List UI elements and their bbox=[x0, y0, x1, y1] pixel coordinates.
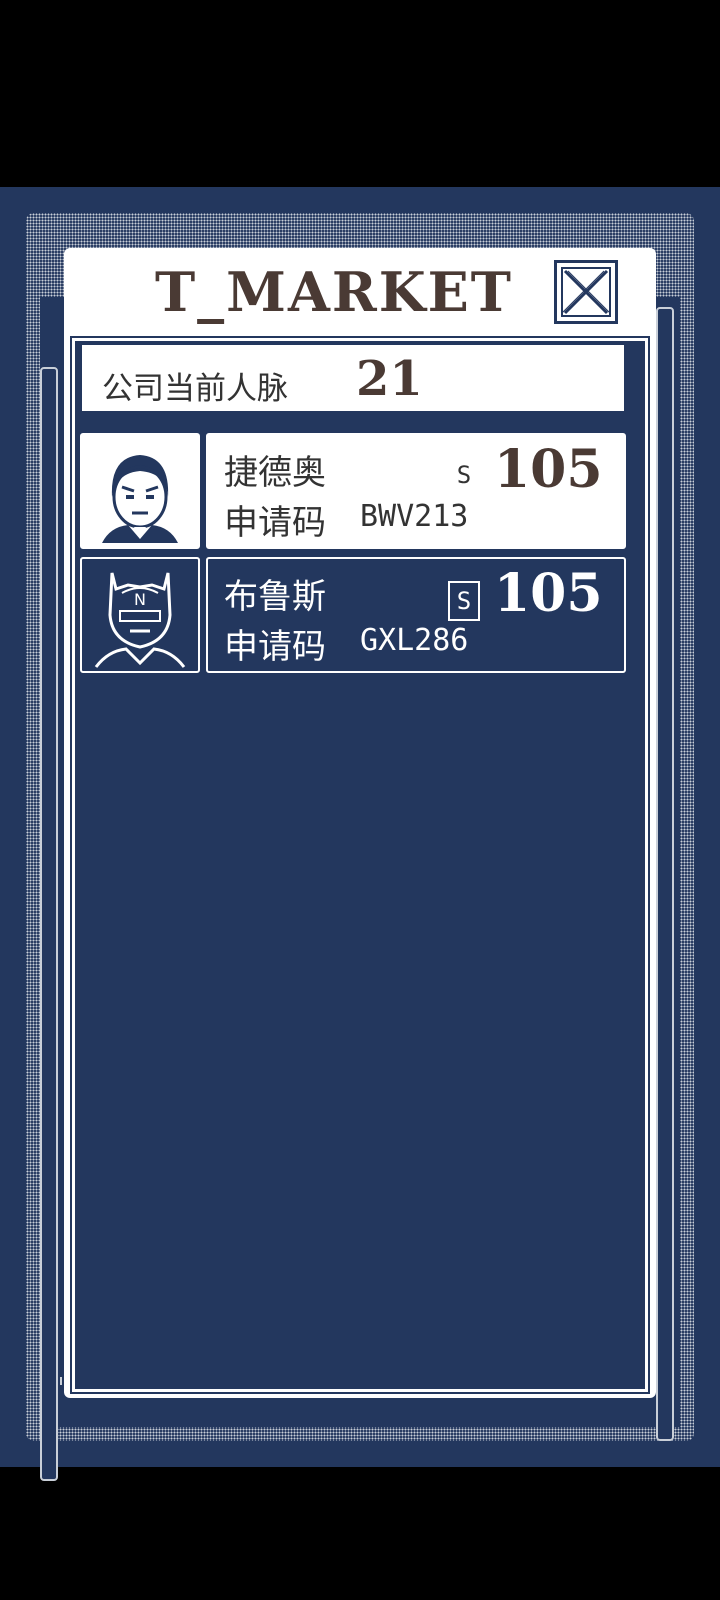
market-panel: T_MARKET bbox=[64, 248, 656, 1398]
contact-row[interactable]: 捷德奥 S 105 申请码 BWV213 bbox=[80, 433, 626, 549]
code-value: BWV213 bbox=[360, 499, 469, 534]
network-summary: 公司当前人脉 21 bbox=[79, 342, 627, 414]
rank-badge: S bbox=[448, 581, 480, 621]
close-button[interactable] bbox=[554, 260, 618, 324]
contact-info: 布鲁斯 S 105 申请码 GXL286 bbox=[206, 557, 626, 673]
masked-hero-avatar-icon: N bbox=[94, 572, 186, 668]
code-label: 申请码 bbox=[224, 627, 326, 667]
network-label: 公司当前人脉 bbox=[102, 371, 288, 407]
contact-name: 捷德奥 bbox=[224, 453, 326, 493]
svg-text:N: N bbox=[134, 590, 146, 609]
network-value: 21 bbox=[356, 351, 423, 407]
panel-title: T_MARKET bbox=[154, 260, 513, 324]
frame-left-rail bbox=[40, 367, 58, 1481]
frame-right-rail bbox=[656, 307, 674, 1441]
code-value: GXL286 bbox=[360, 623, 469, 658]
contact-row[interactable]: N 布鲁斯 S 105 申请码 GXL286 bbox=[80, 557, 626, 673]
avatar bbox=[80, 433, 200, 549]
contact-name: 布鲁斯 bbox=[224, 577, 326, 617]
contact-info: 捷德奥 S 105 申请码 BWV213 bbox=[206, 433, 626, 549]
contact-score: 105 bbox=[494, 563, 603, 624]
code-label: 申请码 bbox=[224, 503, 326, 543]
contact-score: 105 bbox=[494, 439, 603, 500]
avatar: N bbox=[80, 557, 200, 673]
rank-badge: S bbox=[456, 461, 472, 489]
close-icon-glyph bbox=[561, 269, 611, 315]
businessman-avatar-icon bbox=[102, 455, 178, 543]
